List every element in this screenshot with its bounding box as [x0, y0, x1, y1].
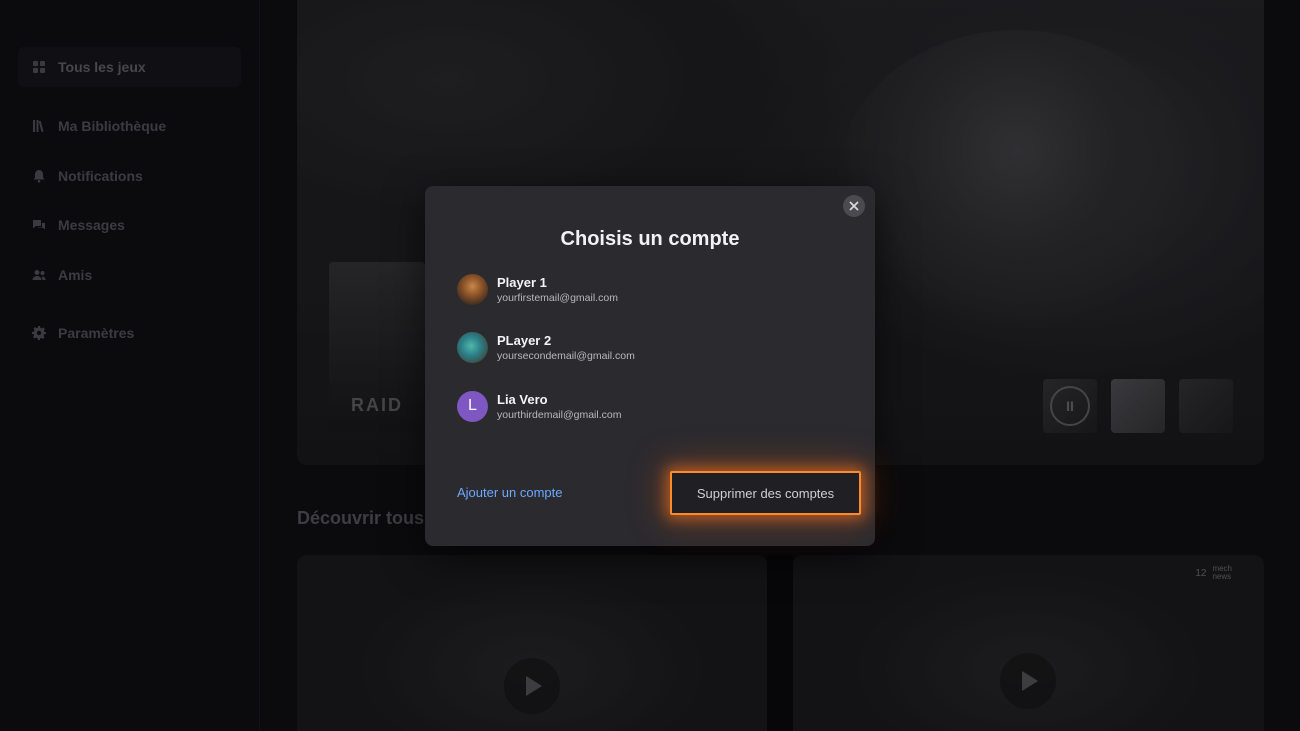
account-item-player1[interactable]: Player 1 yourfirstemail@gmail.com	[457, 269, 837, 309]
account-email: yourthirdemail@gmail.com	[497, 408, 622, 421]
account-name: PLayer 2	[497, 332, 552, 348]
close-icon	[849, 201, 859, 211]
add-account-link[interactable]: Ajouter un compte	[457, 485, 563, 500]
avatar	[457, 331, 488, 363]
account-chooser-dialog: Choisis un compte Player 1 yourfirstemai…	[425, 186, 875, 546]
account-item-player2[interactable]: PLayer 2 yoursecondemail@gmail.com	[457, 327, 837, 367]
account-email: yoursecondemail@gmail.com	[497, 349, 635, 362]
remove-accounts-button[interactable]: Supprimer des comptes	[670, 471, 861, 515]
avatar	[457, 273, 488, 305]
account-item-lia-vero[interactable]: L Lia Vero yourthirdemail@gmail.com	[457, 386, 837, 426]
close-button[interactable]	[843, 195, 865, 217]
account-name: Player 1	[497, 274, 547, 290]
account-name: Lia Vero	[497, 391, 548, 407]
dialog-title: Choisis un compte	[560, 228, 740, 250]
account-email: yourfirstemail@gmail.com	[497, 291, 618, 304]
avatar: L	[457, 390, 488, 422]
app-window: Tous les jeux Ma Bibliothèque Notificati…	[0, 0, 1300, 731]
